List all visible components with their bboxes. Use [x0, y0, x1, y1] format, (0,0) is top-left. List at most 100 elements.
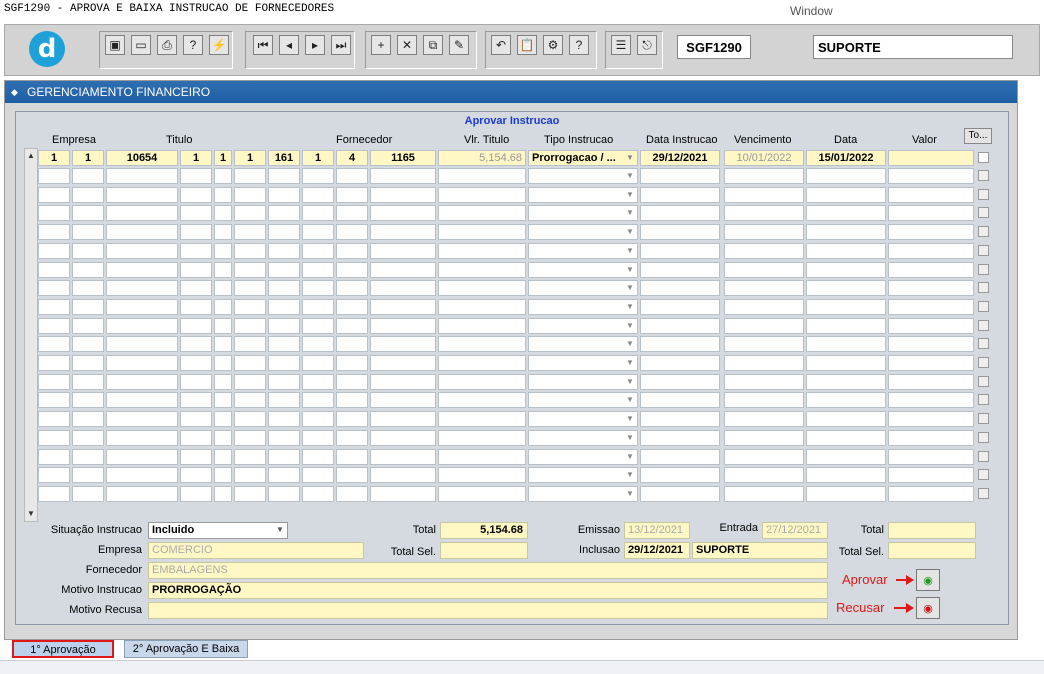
grid-cell[interactable] — [438, 186, 526, 203]
grid-cell[interactable] — [438, 317, 526, 334]
grid-cell[interactable] — [370, 336, 436, 353]
grid-cell[interactable] — [214, 467, 232, 484]
grid-cell[interactable]: ▼ — [528, 485, 638, 502]
grid-cell[interactable] — [888, 280, 974, 297]
grid-cell[interactable] — [724, 448, 804, 465]
grid-cell[interactable] — [806, 467, 886, 484]
grid-cell[interactable] — [38, 411, 70, 428]
grid-cell[interactable] — [180, 298, 212, 315]
chevron-down-icon[interactable]: ▼ — [624, 338, 636, 350]
cell-titulo[interactable]: 10654 — [106, 150, 178, 166]
grid-cell[interactable] — [888, 392, 974, 409]
grid-cell[interactable] — [888, 261, 974, 278]
grid-cell[interactable] — [234, 261, 266, 278]
grid-cell[interactable] — [302, 485, 334, 502]
grid-cell[interactable]: ▼ — [528, 467, 638, 484]
situacao-chevron-down-icon[interactable]: ▼ — [274, 524, 286, 536]
grid-cell[interactable]: ▼ — [528, 298, 638, 315]
grid-cell[interactable] — [214, 168, 232, 184]
grid-cell[interactable] — [888, 317, 974, 334]
grid-cell[interactable] — [72, 485, 104, 502]
grid-cell[interactable] — [214, 411, 232, 428]
grid-cell[interactable] — [106, 448, 178, 465]
grid-cell[interactable] — [302, 168, 334, 184]
first-record-icon[interactable]: ⏮ — [253, 35, 273, 55]
last-record-icon[interactable]: ⏭ — [331, 35, 351, 55]
grid-cell[interactable] — [268, 373, 300, 390]
grid-cell[interactable]: ▼ — [528, 373, 638, 390]
grid-cell[interactable] — [724, 392, 804, 409]
row-checkbox[interactable] — [978, 319, 989, 331]
grid-cell[interactable] — [268, 261, 300, 278]
row-checkbox[interactable] — [978, 282, 989, 294]
grid-cell[interactable] — [888, 448, 974, 465]
grid-cell[interactable] — [724, 280, 804, 297]
grid-cell[interactable]: ▼ — [528, 224, 638, 241]
grid-cell[interactable] — [72, 373, 104, 390]
chevron-down-icon[interactable]: ▼ — [624, 394, 636, 406]
grid-cell[interactable] — [370, 205, 436, 222]
grid-cell[interactable] — [180, 485, 212, 502]
grid-cell[interactable] — [180, 336, 212, 353]
grid-cell[interactable] — [438, 429, 526, 446]
grid-cell[interactable] — [72, 467, 104, 484]
chevron-down-icon[interactable]: ▼ — [624, 282, 636, 294]
window-menu[interactable]: Window — [790, 4, 833, 18]
grid-cell[interactable] — [724, 355, 804, 371]
grid-cell[interactable] — [180, 411, 212, 428]
grid-cell[interactable] — [106, 373, 178, 390]
grid-cell[interactable] — [38, 429, 70, 446]
grid-cell[interactable] — [106, 485, 178, 502]
grid-cell[interactable] — [336, 186, 368, 203]
undo-icon[interactable]: ↶ — [491, 35, 511, 55]
grid-cell[interactable] — [640, 429, 720, 446]
grid-cell[interactable] — [724, 336, 804, 353]
insert-record-icon[interactable]: + — [371, 35, 391, 55]
chevron-down-icon[interactable]: ▼ — [624, 320, 636, 332]
row-checkbox[interactable] — [978, 300, 989, 312]
grid-cell[interactable] — [888, 336, 974, 353]
grid-cell[interactable] — [888, 373, 974, 390]
grid-cell[interactable] — [106, 392, 178, 409]
grid-cell[interactable] — [640, 392, 720, 409]
grid-cell[interactable] — [888, 242, 974, 259]
grid-cell[interactable] — [234, 373, 266, 390]
cell-titulo-conta[interactable]: 161 — [268, 150, 300, 166]
grid-cell[interactable] — [302, 317, 334, 334]
grid-cell[interactable] — [806, 261, 886, 278]
grid-cell[interactable] — [268, 485, 300, 502]
grid-cell[interactable] — [336, 317, 368, 334]
row-checkbox[interactable] — [978, 469, 989, 481]
grid-cell[interactable] — [724, 186, 804, 203]
grid-cell[interactable] — [438, 261, 526, 278]
grid-cell[interactable] — [106, 411, 178, 428]
grid-cell[interactable] — [302, 448, 334, 465]
chevron-down-icon[interactable]: ▼ — [624, 432, 636, 444]
grid-cell[interactable] — [336, 485, 368, 502]
grid-cell[interactable] — [38, 467, 70, 484]
grid-cell[interactable] — [302, 205, 334, 222]
grid-cell[interactable] — [214, 186, 232, 203]
clipboard-icon[interactable]: 📋 — [517, 35, 537, 55]
grid-cell[interactable] — [302, 429, 334, 446]
grid-cell[interactable] — [336, 448, 368, 465]
chevron-down-icon[interactable]: ▼ — [624, 488, 636, 500]
grid-cell[interactable] — [72, 355, 104, 371]
grid-cell[interactable] — [336, 429, 368, 446]
grid-cell[interactable] — [38, 242, 70, 259]
grid-cell[interactable] — [214, 224, 232, 241]
recusar-button[interactable]: ◉ — [916, 597, 940, 619]
grid-cell[interactable] — [640, 411, 720, 428]
grid-cell[interactable] — [38, 355, 70, 371]
grid-cell[interactable] — [724, 467, 804, 484]
grid-cell[interactable] — [72, 392, 104, 409]
chevron-down-icon[interactable]: ▼ — [624, 189, 636, 201]
grid-cell[interactable] — [214, 336, 232, 353]
grid-cell[interactable] — [438, 392, 526, 409]
grid-cell[interactable] — [302, 280, 334, 297]
window-icon[interactable]: ▭ — [131, 35, 151, 55]
grid-cell[interactable] — [72, 411, 104, 428]
grid-cell[interactable] — [106, 224, 178, 241]
grid-cell[interactable] — [268, 224, 300, 241]
grid-cell[interactable] — [302, 224, 334, 241]
